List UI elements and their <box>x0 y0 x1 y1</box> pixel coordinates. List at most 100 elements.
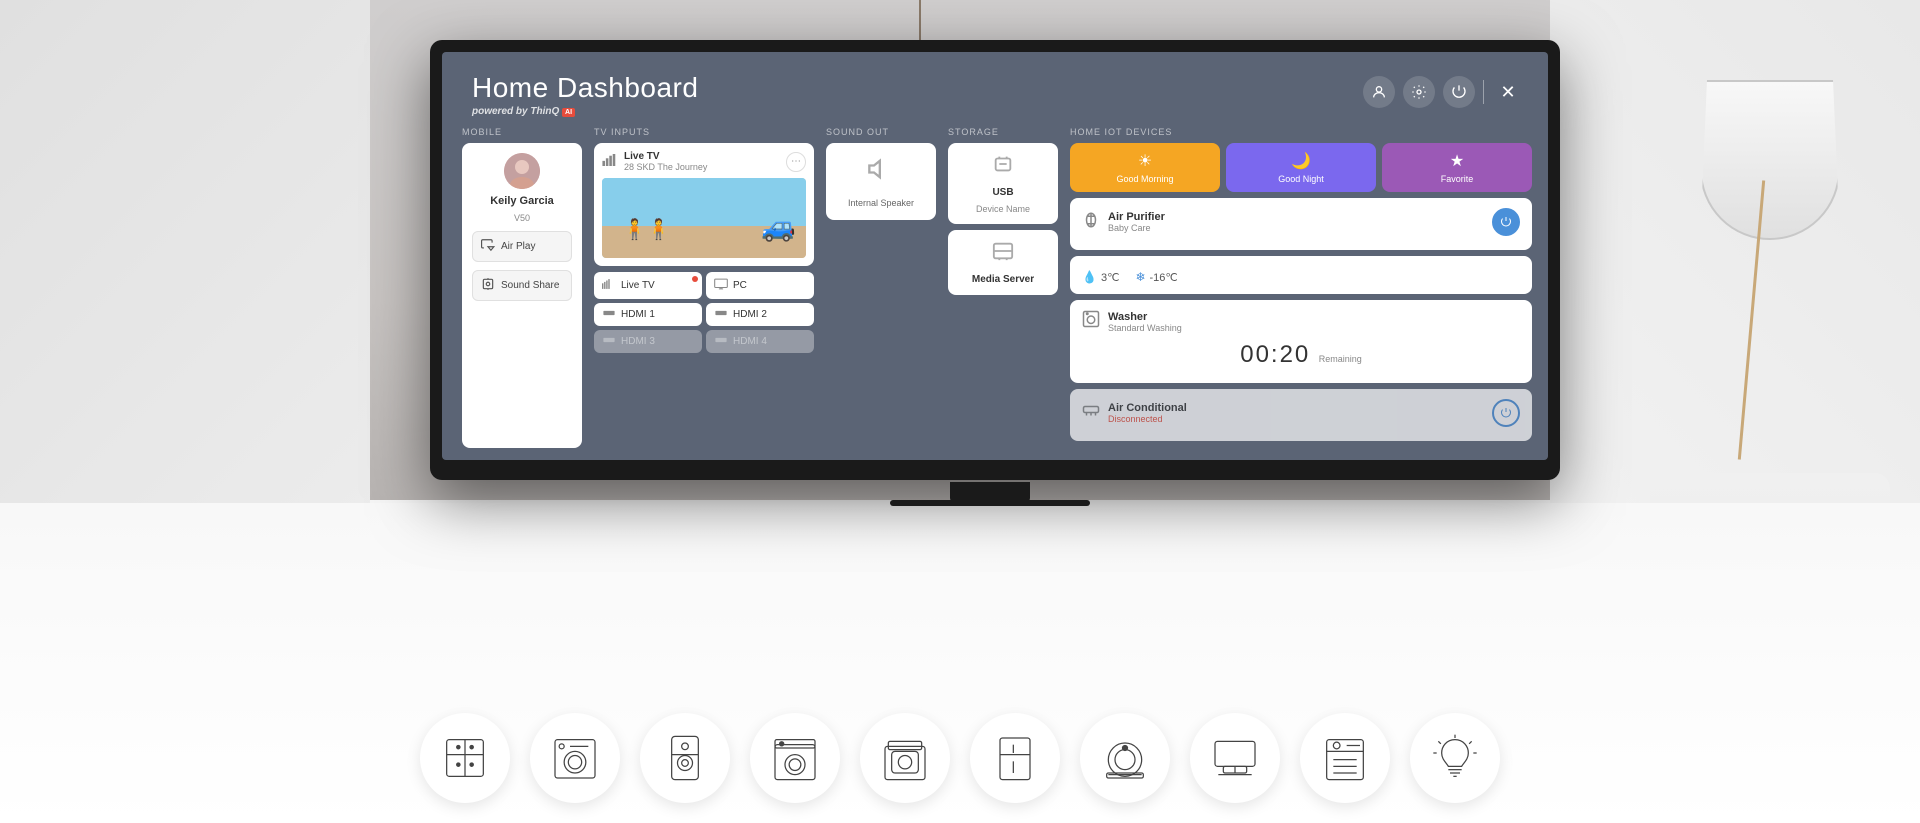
section-iot: HOME IOT DEVICES ☀ Good Morning 🌙 Good N… <box>1070 127 1532 448</box>
user-avatar <box>504 153 540 189</box>
storage-section-label: STORAGE <box>948 127 1058 137</box>
power-button[interactable] <box>1443 76 1475 108</box>
tv-thumbnail: 🚙 🧍 🧍 <box>602 178 806 258</box>
fridge-temp: 💧 3℃ <box>1082 270 1119 284</box>
tv-live-header: Live TV 28 SKD The Journey ⋯ <box>602 151 806 172</box>
washer-details: Washer Standard Washing <box>1108 311 1182 333</box>
tv-stand <box>950 482 1030 502</box>
ac-power-button[interactable] <box>1492 399 1520 427</box>
user-device: V50 <box>514 213 530 223</box>
tv-expand-button[interactable]: ⋯ <box>786 152 806 172</box>
tv-live-details: Live TV 28 SKD The Journey <box>624 151 707 172</box>
section-mobile: MOBILE Keily Garcia V50 <box>462 127 582 448</box>
favorite-label: Favorite <box>1441 174 1474 184</box>
ac-info: Air Conditional Disconnected <box>1082 402 1187 425</box>
airplay-button[interactable]: Air Play <box>472 231 572 262</box>
mobile-section-label: MOBILE <box>462 127 582 137</box>
pc-icon <box>714 278 728 293</box>
close-button[interactable]: ✕ <box>1492 76 1524 108</box>
icon-dishwasher[interactable] <box>1300 713 1390 803</box>
active-indicator <box>692 276 698 282</box>
tv-live-info: Live TV 28 SKD The Journey <box>602 151 707 172</box>
usb-icon <box>992 153 1014 181</box>
icon-robot-vacuum[interactable] <box>1080 713 1170 803</box>
input-hdmi3: HDMI 3 <box>594 330 702 353</box>
freezer-temp: ❄ -16℃ <box>1135 270 1177 284</box>
icon-tower[interactable] <box>640 713 730 803</box>
dashboard-header: Home Dashboard powered by ThinQ AI <box>442 52 1548 127</box>
input-hdmi2-label: HDMI 2 <box>733 309 767 320</box>
device-fridge: 💧 3℃ ❄ -16℃ <box>1070 256 1532 294</box>
morning-label: Good Morning <box>1116 174 1173 184</box>
dashboard-controls: ✕ <box>1363 76 1524 108</box>
floor-lamp <box>1670 80 1870 500</box>
soundshare-button[interactable]: Sound Share <box>472 270 572 301</box>
hdmi2-icon <box>714 309 728 320</box>
home-dashboard: Home Dashboard powered by ThinQ AI <box>442 52 1548 460</box>
favorite-icon: ★ <box>1450 151 1464 171</box>
bottom-icon-row <box>0 713 1920 803</box>
tv-live-card: Live TV 28 SKD The Journey ⋯ <box>594 143 814 266</box>
input-hdmi4-label: HDMI 4 <box>733 336 767 347</box>
mobile-user: Keily Garcia V50 <box>472 153 572 223</box>
hdmi3-icon <box>602 336 616 347</box>
speaker-label: Internal Speaker <box>848 198 914 208</box>
icon-washer-topload[interactable] <box>860 713 950 803</box>
night-icon: 🌙 <box>1291 151 1311 171</box>
signal-icon <box>602 154 620 169</box>
fridge-temps: 💧 3℃ ❄ -16℃ <box>1082 266 1520 284</box>
washer-countdown: 00:20 <box>1240 341 1310 368</box>
user-icon-button[interactable] <box>1363 76 1395 108</box>
icon-monitor[interactable] <box>1190 713 1280 803</box>
washer-timer: 00:20 Remaining <box>1082 337 1520 373</box>
washer-icon <box>1082 310 1100 333</box>
mode-morning[interactable]: ☀ Good Morning <box>1070 143 1220 192</box>
fridge-temp-value: 3℃ <box>1101 271 1119 284</box>
water-drop-icon: 💧 <box>1082 270 1097 284</box>
purifier-icon <box>1082 211 1100 234</box>
icon-lightbulb[interactable] <box>1410 713 1500 803</box>
tv-input-grid: Live TV PC <box>594 272 814 353</box>
dashboard-subtitle: powered by ThinQ AI <box>472 106 698 117</box>
freezer-temp-value: -16℃ <box>1150 271 1178 284</box>
settings-button[interactable] <box>1403 76 1435 108</box>
input-pc-label: PC <box>733 280 747 291</box>
hdmi4-icon <box>714 336 728 347</box>
mode-night[interactable]: 🌙 Good Night <box>1226 143 1376 192</box>
input-hdmi1[interactable]: HDMI 1 <box>594 303 702 326</box>
dashboard-content: MOBILE Keily Garcia V50 <box>442 127 1548 460</box>
tv-stand-base <box>890 500 1090 506</box>
section-storage: STORAGE USB Device Name Media Server <box>948 127 1058 448</box>
washer-name: Washer <box>1108 311 1182 323</box>
icon-fridge-double[interactable] <box>420 713 510 803</box>
washer-info: Washer Standard Washing <box>1082 310 1182 333</box>
input-hdmi2[interactable]: HDMI 2 <box>706 303 814 326</box>
input-pc[interactable]: PC <box>706 272 814 299</box>
input-live-tv-label: Live TV <box>621 280 655 291</box>
sound-section-label: SOUND OUT <box>826 127 936 137</box>
snowflake-icon: ❄ <box>1135 270 1145 284</box>
airplay-label: Air Play <box>501 241 535 252</box>
ac-details: Air Conditional Disconnected <box>1108 402 1187 424</box>
icon-washer-front[interactable] <box>530 713 620 803</box>
tv-program: 28 SKD The Journey <box>624 162 707 172</box>
mode-favorite[interactable]: ★ Favorite <box>1382 143 1532 192</box>
icon-fridge-single[interactable] <box>970 713 1060 803</box>
iot-section-label: HOME IOT DEVICES <box>1070 127 1532 137</box>
airplay-icon <box>481 238 495 255</box>
dashboard-title: Home Dashboard <box>472 72 698 104</box>
input-hdmi4: HDMI 4 <box>706 330 814 353</box>
icon-washer-top[interactable] <box>750 713 840 803</box>
scene-background: 🚙 🧍 🧍 <box>602 178 806 258</box>
input-hdmi1-label: HDMI 1 <box>621 309 655 320</box>
input-live-tv[interactable]: Live TV <box>594 272 702 299</box>
ac-icon <box>1082 402 1100 425</box>
purifier-header: Air Purifier Baby Care <box>1082 208 1520 236</box>
purifier-power-button[interactable] <box>1492 208 1520 236</box>
media-server-label: Media Server <box>972 274 1034 285</box>
media-server-card: Media Server <box>948 230 1058 295</box>
scene-car-icon: 🚙 <box>761 210 796 243</box>
iot-mode-buttons: ☀ Good Morning 🌙 Good Night ★ Favorite <box>1070 143 1532 192</box>
media-server-icon <box>992 240 1014 268</box>
soundshare-label: Sound Share <box>501 280 559 291</box>
